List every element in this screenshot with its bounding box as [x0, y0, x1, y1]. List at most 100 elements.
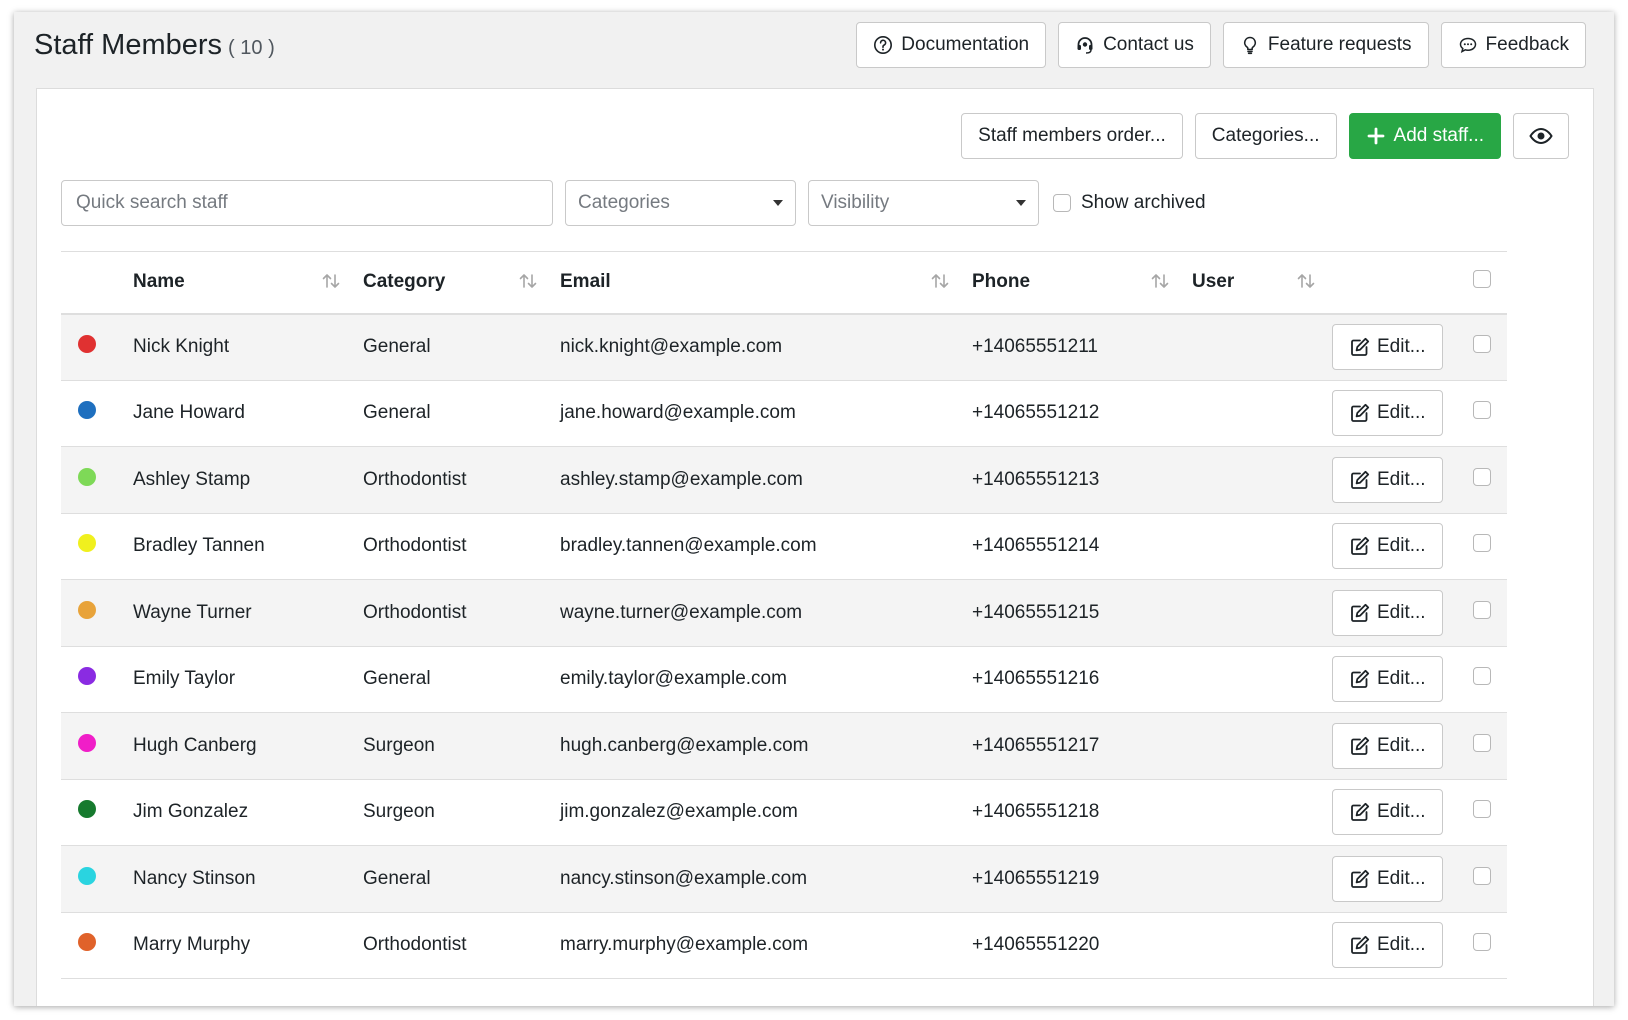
visibility-toggle-button[interactable] — [1513, 113, 1569, 159]
email-cell: ashley.stamp@example.com — [560, 468, 803, 490]
staff-color-dot — [78, 467, 96, 486]
add-staff-button[interactable]: Add staff... — [1348, 113, 1501, 159]
name-cell: Jane Howard — [133, 402, 245, 424]
staff-order-button[interactable]: Staff members order... — [961, 113, 1183, 159]
table-row: Ashley Stamp Orthodontist ashley.stamp@e… — [61, 446, 1507, 514]
color-cell — [61, 314, 133, 381]
email-column-header[interactable]: Email — [560, 252, 972, 314]
chevron-down-icon — [773, 200, 783, 206]
row-select-checkbox[interactable] — [1473, 335, 1491, 353]
category-header-label: Category — [363, 271, 446, 293]
email-cell: jim.gonzalez@example.com — [560, 801, 798, 823]
edit-button[interactable]: Edit... — [1332, 324, 1443, 370]
staff-color-dot — [78, 667, 96, 686]
category-cell: Surgeon — [363, 801, 435, 823]
table-row: Bradley Tannen Orthodontist bradley.tann… — [61, 513, 1507, 580]
feedback-button[interactable]: Feedback — [1440, 22, 1586, 68]
user-column-header[interactable]: User — [1192, 252, 1332, 314]
row-select-checkbox[interactable] — [1473, 733, 1491, 752]
category-cell: Orthodontist — [363, 535, 467, 557]
categories-select[interactable]: Categories — [565, 180, 796, 226]
actions-cell: Edit... — [1332, 314, 1457, 381]
quick-search-input[interactable] — [61, 180, 553, 226]
edit-button[interactable]: Edit... — [1332, 656, 1443, 703]
name-column-header[interactable]: Name — [133, 252, 363, 314]
edit-button[interactable]: Edit... — [1332, 722, 1443, 769]
select-cell — [1457, 447, 1507, 514]
color-cell — [61, 513, 133, 580]
category-cell: General — [363, 668, 431, 690]
headset-icon — [1077, 37, 1093, 54]
contact-us-label: Contact us — [1103, 34, 1194, 55]
categories-select-placeholder: Categories — [578, 192, 670, 213]
table-row: Jane Howard General jane.howard@example.… — [61, 380, 1507, 447]
sort-icon[interactable] — [1296, 271, 1316, 291]
feature-requests-button[interactable]: Feature requests — [1222, 22, 1429, 68]
email-cell: marry.murphy@example.com — [560, 934, 809, 956]
user-cell — [1192, 779, 1332, 846]
page-header: Staff Members( 10 ) Documentation Contac… — [14, 12, 1614, 92]
category-cell: General — [363, 402, 431, 424]
edit-button[interactable]: Edit... — [1332, 922, 1443, 969]
table-row: Jim Gonzalez Surgeon jim.gonzalez@exampl… — [61, 779, 1507, 846]
show-archived-toggle[interactable]: Show archived — [1053, 192, 1206, 214]
plus-icon — [1367, 127, 1384, 145]
select-all-checkbox[interactable] — [1473, 270, 1491, 289]
user-cell — [1192, 314, 1332, 381]
staff-count: ( 10 ) — [228, 37, 275, 59]
edit-button[interactable]: Edit... — [1332, 390, 1443, 437]
edit-label: Edit... — [1377, 601, 1426, 623]
staff-color-dot — [78, 335, 96, 353]
chat-bubble-icon — [1459, 37, 1476, 53]
row-select-checkbox[interactable] — [1473, 401, 1491, 420]
color-cell — [61, 912, 133, 979]
phone-cell: +14065551219 — [972, 867, 1100, 889]
documentation-button[interactable]: Documentation — [856, 22, 1047, 68]
category-cell: Orthodontist — [363, 934, 467, 956]
color-cell — [61, 713, 133, 780]
edit-button[interactable]: Edit... — [1332, 456, 1443, 503]
table-row: Nancy Stinson General nancy.stinson@exam… — [61, 845, 1507, 912]
row-select-checkbox[interactable] — [1473, 933, 1491, 952]
edit-label: Edit... — [1377, 934, 1426, 956]
phone-cell: +14065551213 — [972, 468, 1100, 490]
staff-color-dot — [78, 733, 96, 752]
edit-icon — [1351, 670, 1370, 689]
sort-icon[interactable] — [930, 271, 950, 291]
edit-icon — [1351, 803, 1370, 822]
name-cell: Hugh Canberg — [133, 734, 257, 756]
visibility-select[interactable]: Visibility — [808, 180, 1039, 226]
question-circle-icon — [874, 36, 893, 54]
row-select-checkbox[interactable] — [1473, 600, 1491, 619]
user-cell — [1192, 646, 1332, 713]
edit-button[interactable]: Edit... — [1332, 523, 1443, 570]
row-select-checkbox[interactable] — [1473, 534, 1491, 553]
sort-icon[interactable] — [321, 271, 341, 291]
row-select-checkbox[interactable] — [1473, 866, 1491, 885]
show-archived-checkbox[interactable] — [1053, 194, 1071, 212]
color-cell — [61, 779, 133, 846]
categories-button[interactable]: Categories... — [1194, 113, 1337, 159]
edit-button[interactable]: Edit... — [1332, 589, 1443, 636]
edit-icon — [1351, 869, 1370, 888]
name-cell: Nancy Stinson — [133, 867, 256, 889]
edit-button[interactable]: Edit... — [1332, 855, 1443, 902]
user-cell — [1192, 513, 1332, 580]
user-header-label: User — [1192, 271, 1235, 293]
contact-us-button[interactable]: Contact us — [1058, 22, 1211, 68]
user-cell — [1192, 580, 1332, 647]
row-select-checkbox[interactable] — [1473, 800, 1491, 819]
row-select-checkbox[interactable] — [1473, 667, 1491, 686]
phone-cell: +14065551212 — [972, 402, 1100, 424]
edit-button[interactable]: Edit... — [1332, 789, 1443, 836]
category-column-header[interactable]: Category — [363, 252, 560, 314]
select-cell — [1457, 380, 1507, 447]
phone-cell: +14065551214 — [972, 535, 1100, 557]
staff-table: Name Category Email Phone User Nick Knig… — [61, 251, 1507, 979]
sort-icon[interactable] — [518, 271, 538, 291]
row-select-checkbox[interactable] — [1473, 467, 1491, 486]
sort-icon[interactable] — [1150, 271, 1170, 291]
show-archived-label: Show archived — [1081, 192, 1206, 213]
phone-column-header[interactable]: Phone — [972, 252, 1192, 314]
table-row: Emily Taylor General emily.taylor@exampl… — [61, 646, 1507, 713]
